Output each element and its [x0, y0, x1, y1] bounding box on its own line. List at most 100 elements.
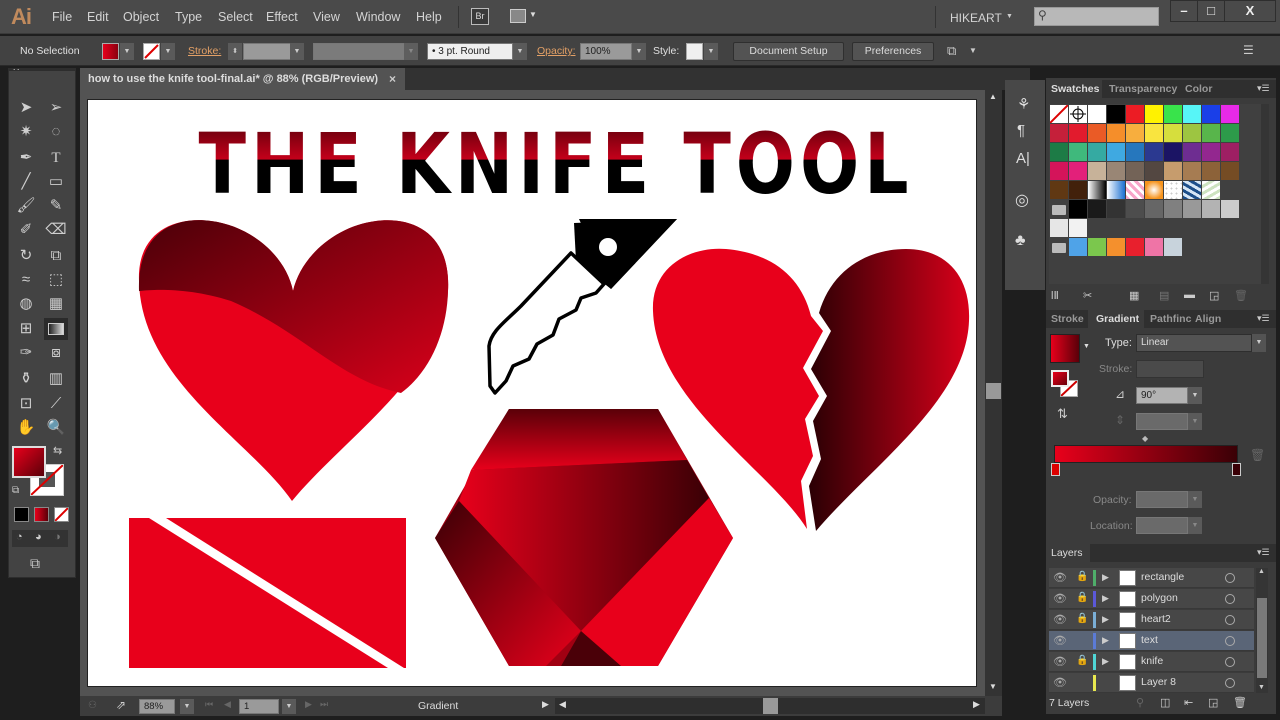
close-window-button[interactable]: X	[1224, 0, 1276, 22]
fill-dropdown-icon[interactable]: ▼	[120, 43, 134, 60]
target-circle-icon[interactable]	[1225, 615, 1235, 625]
next-artboard-icon[interactable]: ▶	[305, 699, 312, 710]
paintbrush-tool-icon[interactable]: 🖌	[14, 195, 38, 217]
swatches-scrollbar[interactable]	[1261, 104, 1269, 284]
artboard-dropdown-icon[interactable]: ▼	[282, 699, 296, 714]
lock-icon[interactable]: 🔒	[1076, 571, 1088, 582]
swatch[interactable]	[1107, 200, 1125, 218]
delete-layer-icon[interactable]: 🗑	[1233, 696, 1247, 709]
swatch[interactable]	[1107, 238, 1125, 256]
magic-wand-tool-icon[interactable]: ✷	[14, 121, 38, 143]
lock-icon[interactable]: 🔒	[1076, 592, 1088, 603]
tab-layers[interactable]: Layers	[1051, 547, 1083, 559]
color-mode-button[interactable]	[14, 507, 29, 522]
selection-tool-icon[interactable]: ➤	[14, 97, 38, 119]
swatch[interactable]	[1164, 200, 1182, 218]
zoom-level-field[interactable]: 88%	[139, 699, 175, 714]
direct-selection-tool-icon[interactable]: ➢	[44, 97, 68, 119]
layers-scroll-down-icon[interactable]: ▼	[1258, 684, 1265, 691]
isolate-icon[interactable]: ⧉	[947, 43, 956, 59]
visibility-eye-icon[interactable]: 👁	[1053, 634, 1067, 648]
menu-object[interactable]: Object	[123, 10, 159, 24]
aspect-ratio-field[interactable]	[1136, 413, 1188, 430]
hand-tool-icon[interactable]: ✋	[14, 417, 38, 439]
swatch[interactable]	[1069, 219, 1087, 237]
swatch[interactable]	[1183, 124, 1201, 142]
swatch[interactable]	[1126, 124, 1144, 142]
expand-layer-icon[interactable]: ▶	[1102, 635, 1109, 646]
visibility-eye-icon[interactable]: 👁	[1053, 613, 1067, 627]
stop-location-field[interactable]	[1136, 517, 1188, 534]
brushes-panel-icon[interactable]: ⚘	[1017, 95, 1030, 113]
swatch[interactable]	[1145, 105, 1163, 123]
delete-swatch-icon[interactable]: 🗑	[1234, 289, 1248, 302]
knife-shape[interactable]	[487, 219, 677, 395]
swatch[interactable]	[1050, 124, 1068, 142]
swatch-grad-bw[interactable]	[1088, 181, 1106, 199]
new-sublayer-icon[interactable]: ⇤	[1184, 696, 1193, 709]
swatch-none[interactable]	[1049, 104, 1069, 124]
rotate-tool-icon[interactable]: ↻	[14, 245, 38, 267]
swatch[interactable]	[1183, 200, 1201, 218]
menu-effect[interactable]: Effect	[266, 10, 298, 24]
lock-icon[interactable]: 🔒	[1076, 655, 1088, 666]
gradient-mode-button[interactable]	[34, 507, 49, 522]
swatch[interactable]	[1088, 162, 1106, 180]
artwork-title[interactable]: THE KNIFE TOOL	[199, 115, 914, 213]
free-transform-tool-icon[interactable]: ⬚	[44, 269, 68, 291]
preferences-button[interactable]: Preferences	[852, 42, 934, 61]
heart-shape[interactable]	[138, 220, 449, 502]
document-tab[interactable]: how to use the knife tool-final.ai* @ 88…	[80, 68, 405, 90]
variable-width-dropdown-icon[interactable]: ▼	[404, 43, 418, 60]
show-swatch-kinds-icon[interactable]: ▦	[1129, 289, 1139, 302]
stroke-weight-stepper[interactable]: ⬍	[228, 43, 242, 60]
default-fill-stroke-icon[interactable]: ⧉	[12, 485, 19, 496]
new-swatch-icon[interactable]: ◲	[1209, 289, 1219, 302]
draw-normal-icon[interactable]: ◔	[16, 531, 23, 543]
swatch[interactable]	[1145, 200, 1163, 218]
help-search-input[interactable]: ⚲	[1034, 7, 1159, 26]
rectangle-tool-icon[interactable]: ▭	[44, 171, 68, 193]
fill-indicator-front[interactable]	[12, 446, 46, 478]
swatch[interactable]	[1069, 238, 1087, 256]
target-circle-icon[interactable]	[1225, 594, 1235, 604]
export-icon[interactable]: ⇗	[116, 698, 126, 712]
stroke-label[interactable]: Stroke:	[188, 45, 221, 57]
artboard-number-field[interactable]: 1	[239, 699, 279, 714]
fill-color-swatch[interactable]	[102, 43, 119, 60]
artboard-tool-icon[interactable]: ⊡	[14, 393, 38, 415]
vertical-scroll-thumb[interactable]	[986, 383, 1001, 399]
visibility-eye-icon[interactable]: 👁	[1053, 655, 1067, 669]
lock-icon[interactable]: 🔒	[1076, 613, 1088, 624]
maximize-button[interactable]: □	[1197, 0, 1225, 22]
isolate-dropdown-icon[interactable]: ▼	[969, 46, 977, 55]
scroll-right-icon[interactable]: ▶	[973, 699, 980, 710]
swatch-pattern-dots[interactable]	[1164, 181, 1182, 199]
swatch[interactable]	[1145, 238, 1163, 256]
swatch[interactable]	[1088, 105, 1106, 123]
lasso-tool-icon[interactable]: ◌	[44, 121, 68, 143]
type-tool-icon[interactable]: T	[44, 147, 68, 169]
layer-row[interactable]: 👁 🔒 ▶ rectangle	[1049, 568, 1254, 588]
expand-layer-icon[interactable]: ▶	[1102, 614, 1109, 625]
reverse-gradient-icon[interactable]: ⇅	[1057, 406, 1068, 422]
swatch-kind-icon[interactable]: ✂	[1083, 289, 1092, 302]
swatch[interactable]	[1221, 200, 1239, 218]
swatch[interactable]	[1145, 162, 1163, 180]
expand-layer-icon[interactable]: ▶	[1102, 656, 1109, 667]
stroke-gradient-options[interactable]	[1136, 360, 1204, 378]
swatch[interactable]	[1183, 162, 1201, 180]
stop-opacity-field[interactable]	[1136, 491, 1188, 508]
blend-tool-icon[interactable]: ⧇	[44, 342, 68, 364]
scroll-left-icon[interactable]: ◀	[559, 699, 566, 710]
screen-mode-icon[interactable]: ⧉	[30, 555, 40, 572]
swatch[interactable]	[1164, 238, 1182, 256]
swatch[interactable]	[1202, 124, 1220, 142]
gradient-midpoint-handle[interactable]: ◆	[1142, 434, 1148, 443]
stroke-dropdown-icon[interactable]: ▼	[161, 43, 175, 60]
swatch[interactable]	[1164, 143, 1182, 161]
swatch[interactable]	[1145, 124, 1163, 142]
gradient-type-dropdown-icon[interactable]: ▼	[1252, 334, 1266, 352]
gradient-stop-start[interactable]	[1051, 463, 1060, 476]
menu-view[interactable]: View	[313, 10, 340, 24]
